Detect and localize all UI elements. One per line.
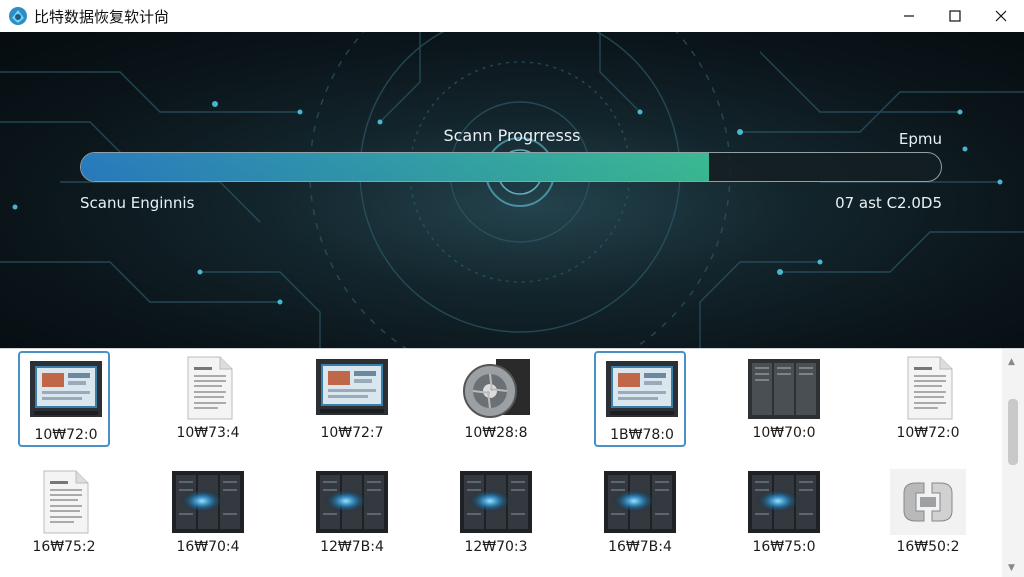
file-tile[interactable]: 16₩75:0 [738,465,830,561]
file-label: 16₩75:0 [752,539,816,555]
progress-fill [81,153,709,181]
server-icon [746,355,822,421]
file-label: 10₩73:4 [176,425,240,441]
file-label: 12₩70:3 [464,539,528,555]
vertical-scrollbar[interactable]: ▲ ▼ [1002,349,1024,577]
file-label: 10₩72:0 [34,427,98,443]
window-title: 比特数据恢复软计尙 [34,7,170,26]
bracket-icon [890,469,966,535]
file-tile[interactable]: 1B₩78:0 [594,351,686,447]
monitor-icon [604,357,680,423]
file-tile[interactable]: 12₩70:3 [450,465,542,561]
minimize-button[interactable] [886,0,932,32]
engine-status-label: Scanu Enginnis [80,194,195,212]
progress-bar [80,152,942,182]
close-icon [995,10,1007,22]
circuit-background [0,32,1024,348]
file-label: 16₩70:4 [176,539,240,555]
file-tile[interactable]: 10₩70:0 [738,351,830,447]
file-grid: 10₩72:0 10₩73:4 10₩72:7 10₩28:8 1B₩78:0 10₩70… [0,349,1000,577]
file-label: 12₩7B:4 [320,539,384,555]
file-label: 1B₩78:0 [610,427,674,443]
app-logo-icon [9,7,27,25]
monitor-icon [28,357,104,423]
scroll-down-icon[interactable]: ▼ [1008,563,1015,573]
document-icon [26,469,102,535]
file-tile[interactable]: 10₩72:7 [306,351,398,447]
title-bar: 比特数据恢复软计尙 [0,0,1024,32]
file-tile[interactable]: 16₩50:2 [882,465,974,561]
file-tile[interactable]: 12₩7B:4 [306,465,398,561]
file-label: 16₩7B:4 [608,539,672,555]
file-label: 10₩72:7 [320,425,384,441]
window-controls [886,0,1024,32]
server-glow-icon [746,469,822,535]
server-glow-icon [170,469,246,535]
file-tile[interactable]: 10₩72:0 [882,351,974,447]
server-glow-icon [602,469,678,535]
server-glow-icon [314,469,390,535]
file-label: 16₩50:2 [896,539,960,555]
document-icon [170,355,246,421]
file-label: 10₩28:8 [464,425,528,441]
file-tile[interactable]: 10₩72:0 [18,351,110,447]
file-label: 10₩70:0 [752,425,816,441]
file-label: 16₩75:2 [32,539,96,555]
file-results-panel: 10₩72:0 10₩73:4 10₩72:7 10₩28:8 1B₩78:0 10₩70… [0,348,1024,577]
scan-panel: Scann Progrresss Epmu Scanu Enginnis 07 … [0,32,1024,348]
file-tile[interactable]: 10₩73:4 [162,351,254,447]
close-button[interactable] [978,0,1024,32]
maximize-icon [949,10,961,22]
maximize-button[interactable] [932,0,978,32]
file-tile[interactable]: 16₩7B:4 [594,465,686,561]
scan-status-value: 07 ast C2.0D5 [835,194,942,212]
server-glow-icon [458,469,534,535]
document-icon [890,355,966,421]
file-label: 10₩72:0 [896,425,960,441]
engine-icon [458,355,534,421]
progress-right-label: Epmu [898,130,942,148]
file-tile[interactable]: 10₩28:8 [450,351,542,447]
scrollbar-thumb[interactable] [1008,399,1018,465]
scroll-up-icon[interactable]: ▲ [1008,357,1015,367]
file-tile[interactable]: 16₩75:2 [18,465,110,561]
minimize-icon [904,15,914,17]
file-tile[interactable]: 16₩70:4 [162,465,254,561]
progress-title: Scann Progrresss [443,126,581,145]
monitor-icon [314,355,390,421]
